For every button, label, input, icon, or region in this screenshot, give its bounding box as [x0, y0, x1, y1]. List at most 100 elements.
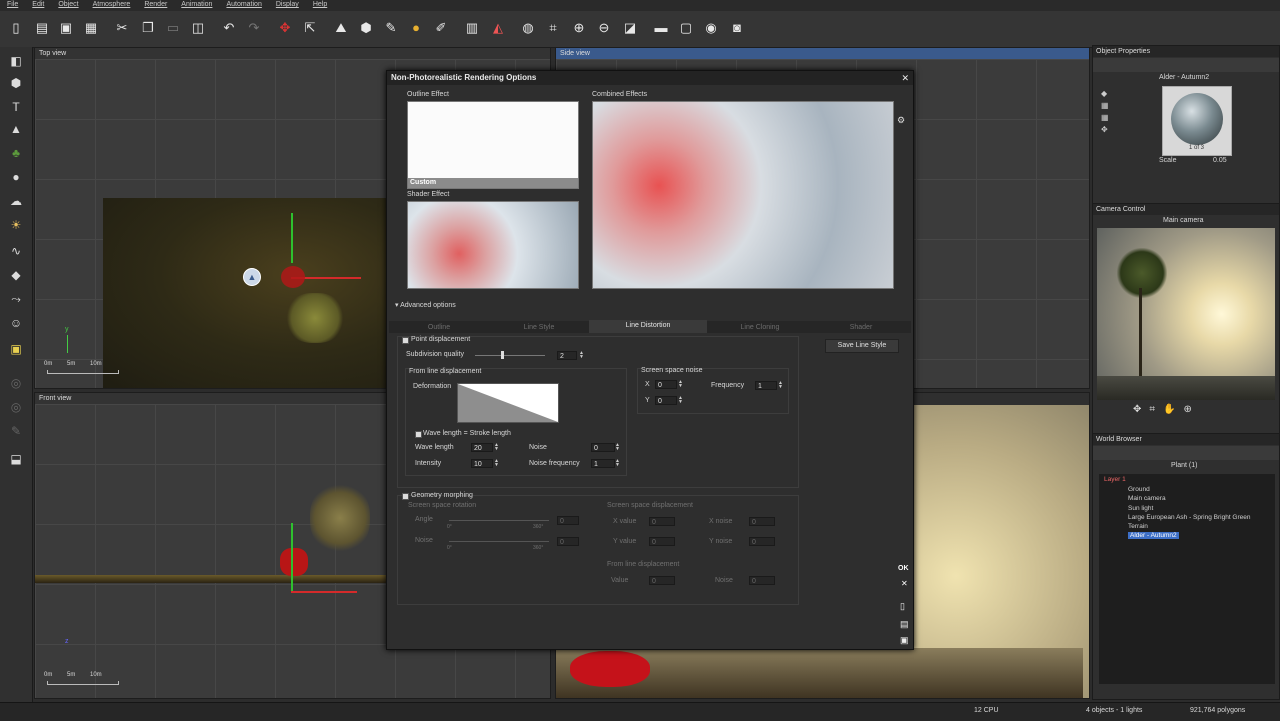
- point-displacement-checkbox[interactable]: [402, 337, 409, 344]
- brush-icon[interactable]: ✎: [383, 20, 399, 36]
- menu-file[interactable]: File: [0, 0, 25, 8]
- subdivision-spinner[interactable]: ▲ ▼: [579, 351, 584, 360]
- menu-automation[interactable]: Automation: [219, 0, 268, 8]
- disabled-tool3-icon[interactable]: ✎: [8, 423, 24, 439]
- tab-line-distortion[interactable]: Line Distortion: [589, 320, 707, 333]
- tree-icon[interactable]: ♣: [8, 145, 24, 161]
- load-preset-icon[interactable]: ▤: [900, 619, 909, 630]
- paste-icon[interactable]: ▭: [165, 20, 181, 36]
- angle-input[interactable]: 0: [557, 516, 579, 525]
- render-camera-icon[interactable]: ◙: [729, 20, 745, 36]
- top-view-tree[interactable]: [285, 293, 345, 343]
- menu-render[interactable]: Render: [137, 0, 174, 8]
- y-value-input[interactable]: 0: [649, 537, 675, 546]
- rotation-noise-input[interactable]: 0: [557, 537, 579, 546]
- save-preset-icon[interactable]: ▣: [900, 635, 909, 646]
- subdivision-slider[interactable]: [475, 355, 545, 356]
- tree-item-ground[interactable]: Ground: [1128, 486, 1150, 493]
- metablob-icon[interactable]: ◆: [8, 267, 24, 283]
- menu-display[interactable]: Display: [269, 0, 306, 8]
- combined-effects-preview[interactable]: [592, 101, 894, 289]
- import-icon[interactable]: ⬓: [8, 451, 24, 467]
- material-icon[interactable]: ●: [408, 20, 424, 36]
- tab-line-style[interactable]: Line Style: [489, 322, 589, 333]
- frequency-input[interactable]: 1: [755, 381, 777, 390]
- gizmo-y-axis[interactable]: [291, 213, 293, 263]
- tree-item-alder[interactable]: Alder - Autumn2: [1128, 532, 1179, 539]
- save-as-icon[interactable]: ▦: [83, 20, 99, 36]
- menu-atmosphere[interactable]: Atmosphere: [86, 0, 138, 8]
- dialog-close-icon[interactable]: ✕: [901, 73, 909, 84]
- select-tool-icon[interactable]: ✥: [277, 20, 293, 36]
- mountain-icon[interactable]: ▲: [8, 121, 24, 137]
- noise-input[interactable]: 0: [591, 443, 615, 452]
- pick-tool-icon[interactable]: ⇱: [302, 20, 318, 36]
- snap-icon[interactable]: ⌗: [545, 20, 561, 36]
- ssn-y-input[interactable]: 0: [655, 396, 677, 405]
- tree-item-terrain[interactable]: Terrain: [1128, 523, 1148, 530]
- noise-spinner[interactable]: ▲ ▼: [615, 443, 620, 452]
- noise2-input[interactable]: 0: [749, 576, 775, 585]
- rock-icon[interactable]: ●: [8, 169, 24, 185]
- intensity-input[interactable]: 10: [471, 459, 493, 468]
- ssn-x-input[interactable]: 0: [655, 380, 677, 389]
- fit-view-icon[interactable]: ◪: [622, 20, 638, 36]
- front-gizmo-x[interactable]: [291, 591, 357, 593]
- value-input[interactable]: 0: [649, 576, 675, 585]
- ok-button[interactable]: OK: [898, 565, 909, 572]
- camera-preview[interactable]: [1097, 228, 1275, 400]
- front-view-selected[interactable]: [280, 548, 308, 576]
- new-file-icon[interactable]: ▯: [8, 20, 24, 36]
- x-value-input[interactable]: 0: [649, 517, 675, 526]
- object-props-side-icons[interactable]: ◆ ▦ ▦ ✥: [1101, 88, 1111, 158]
- save-icon[interactable]: ▣: [58, 20, 74, 36]
- menu-edit[interactable]: Edit: [25, 0, 51, 8]
- cancel-icon[interactable]: ✕: [901, 579, 908, 588]
- zoom-in-icon[interactable]: ⊕: [571, 20, 587, 36]
- globe-icon[interactable]: ◍: [520, 20, 536, 36]
- wave-length-spinner[interactable]: ▲ ▼: [494, 443, 499, 452]
- x-noise-input[interactable]: 0: [749, 517, 775, 526]
- render-preview-icon[interactable]: ◉: [703, 20, 719, 36]
- disabled-tool-icon[interactable]: ◎: [8, 375, 24, 391]
- curve-icon[interactable]: ∿: [8, 243, 24, 259]
- zoom-out-icon[interactable]: ⊖: [596, 20, 612, 36]
- frequency-spinner[interactable]: ▲ ▼: [778, 381, 783, 390]
- front-view-tree[interactable]: [310, 483, 370, 553]
- camera-view-icon[interactable]: ▬: [653, 20, 669, 36]
- noise-frequency-input[interactable]: 1: [591, 459, 615, 468]
- path-icon[interactable]: ⤳: [8, 291, 24, 307]
- outline-effect-preview[interactable]: Custom: [407, 101, 579, 189]
- intensity-spinner[interactable]: ▲ ▼: [494, 459, 499, 468]
- cloud-icon[interactable]: ☁: [8, 193, 24, 209]
- wave-length-input[interactable]: 20: [471, 443, 493, 452]
- ssn-y-spinner[interactable]: ▲ ▼: [678, 396, 683, 405]
- camera-name[interactable]: Main camera: [1163, 217, 1203, 224]
- tree-item-camera[interactable]: Main camera: [1128, 495, 1166, 502]
- noise-frequency-spinner[interactable]: ▲ ▼: [615, 459, 620, 468]
- subdivision-input[interactable]: 2: [557, 351, 577, 360]
- tree-item-sunlight[interactable]: Sun light: [1128, 505, 1153, 512]
- tree-item-layer[interactable]: Layer 1: [1104, 476, 1126, 483]
- menu-help[interactable]: Help: [306, 0, 334, 8]
- scale-value[interactable]: 0.05: [1213, 157, 1227, 164]
- subdivision-slider-handle[interactable]: [501, 351, 504, 359]
- terrain-icon[interactable]: ⛰: [333, 20, 349, 36]
- copy-icon[interactable]: ❐: [140, 20, 156, 36]
- object-icon[interactable]: ⬢: [358, 20, 374, 36]
- angle-slider[interactable]: [449, 520, 549, 521]
- open-file-icon[interactable]: ▤: [34, 20, 50, 36]
- menu-object[interactable]: Object: [51, 0, 85, 8]
- render-area-icon[interactable]: ▢: [678, 20, 694, 36]
- align-icon[interactable]: ▥: [464, 20, 480, 36]
- camera-nav-icons[interactable]: ✥⌗✋⊕: [1133, 404, 1243, 426]
- menu-animation[interactable]: Animation: [174, 0, 219, 8]
- wave-length-eq-checkbox[interactable]: [415, 431, 422, 438]
- cut-icon[interactable]: ✂: [114, 20, 130, 36]
- new-preset-icon[interactable]: ▯: [900, 601, 905, 612]
- shader-effect-preview[interactable]: [407, 201, 579, 289]
- tab-line-cloning[interactable]: Line Cloning: [707, 322, 813, 333]
- text-icon[interactable]: T: [8, 99, 24, 115]
- redo-icon[interactable]: ↷: [246, 20, 262, 36]
- deformation-curve-editor[interactable]: [457, 383, 559, 423]
